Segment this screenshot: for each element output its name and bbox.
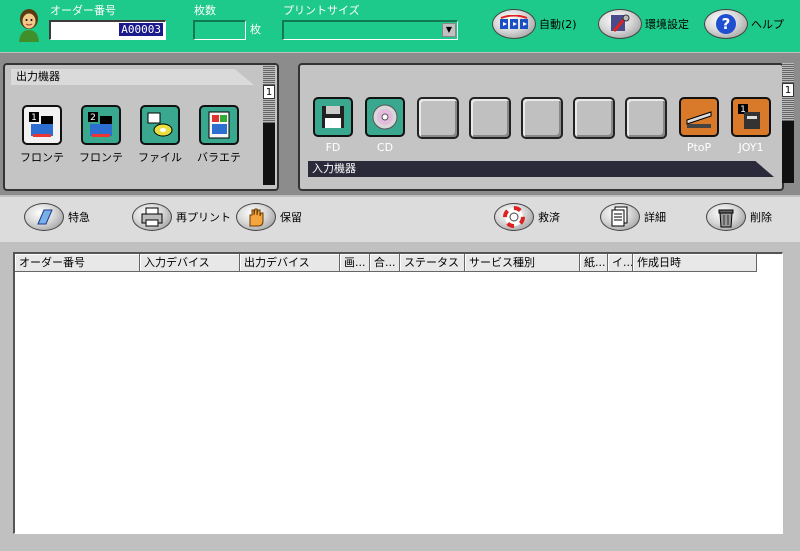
chevron-down-icon[interactable]: ▼ [442,23,456,37]
floppy-icon [313,97,353,137]
column-header-input-device[interactable]: 入力デバイス [140,254,240,272]
auto-icon [492,9,536,39]
lifebuoy-icon [494,203,534,231]
help-button[interactable]: ? ヘルプ [704,8,784,40]
column-header-total[interactable]: 合... [370,254,400,272]
hold-label: 保留 [280,211,302,224]
trash-can-icon [706,203,746,231]
settings-button[interactable]: 環境設定 [598,8,689,40]
order-list-table[interactable]: オーダー番号 入力デバイス 出力デバイス 画... 合... ステータス サービ… [13,252,783,534]
top-bar: オーダー番号 A00003 枚数 枚 プリントサイズ ▼ 自動(2) 環境設定 [0,0,800,52]
output-page-number: 1 [263,85,275,99]
auto-button[interactable]: 自動(2) [492,8,577,40]
cd-icon [365,97,405,137]
input-device-label: PtoP [686,141,712,154]
reprint-button[interactable]: 再プリント [132,203,231,231]
output-device-variety[interactable]: バラエテ [197,105,241,165]
order-number-value: A00003 [119,23,163,36]
document-detail-icon [600,203,640,231]
printer-icon [132,203,172,231]
printer-1-icon: 1 [22,105,62,145]
delete-button[interactable]: 削除 [706,203,772,231]
column-header-output-device[interactable]: 出力デバイス [240,254,340,272]
output-device-label: フロンテ [20,151,64,164]
scanner-icon [679,97,719,137]
print-size-select[interactable]: ▼ [282,20,458,40]
output-device-label: バラエテ [197,151,241,164]
output-pager[interactable]: 1 [263,65,275,185]
output-device-file[interactable]: ファイル [138,105,182,165]
special-label: 特急 [68,211,90,224]
input-panel-frame: FD CD PtoP 1 JOY1 入力機器 [298,63,784,191]
auto-label: 自動(2) [539,18,577,31]
joy-device-icon: 1 [731,97,771,137]
input-slot-empty [469,97,511,139]
settings-label: 環境設定 [645,18,689,31]
rescue-label: 救済 [538,211,560,224]
printer-2-icon: 2 [81,105,121,145]
output-pager-track [263,123,275,185]
input-pager-grip [782,63,794,83]
output-device-label: フロンテ [79,151,123,164]
input-pager-grip [782,97,794,121]
count-label: 枚数 [194,4,216,17]
reprint-label: 再プリント [176,211,231,224]
input-device-cd[interactable]: CD [363,97,407,154]
input-device-label: FD [325,141,341,154]
input-pager[interactable]: 1 [782,63,794,183]
output-devices-title: 出力機器 [11,69,254,85]
input-slot-empty [521,97,563,139]
variety-icon [199,105,239,145]
hold-button[interactable]: 保留 [236,203,302,231]
delete-label: 削除 [750,211,772,224]
input-panel: FD CD PtoP 1 JOY1 入力機器 1 [288,53,800,195]
svg-text:?: ? [722,15,731,33]
svg-text:2: 2 [90,113,96,123]
input-device-label: CD [376,141,394,154]
hand-stop-icon [236,203,276,231]
input-device-label: JOY1 [738,141,764,154]
table-header: オーダー番号 入力デバイス 出力デバイス 画... 合... ステータス サービ… [15,254,757,272]
input-slot-empty [417,97,459,139]
input-page-number: 1 [782,83,794,97]
output-pager-grip [263,65,275,85]
detail-label: 詳細 [644,211,666,224]
count-field[interactable] [193,20,246,40]
special-button[interactable]: 特急 [24,203,90,231]
column-header-status[interactable]: ステータス [400,254,465,272]
order-number-field[interactable]: A00003 [49,20,166,40]
output-device-frontier-2[interactable]: 2 フロンテ [79,105,123,165]
output-panel: 出力機器 1 フロンテ 2 フロンテ ファイル バラエテ 1 [0,53,288,195]
column-header-paper[interactable]: 紙... [580,254,608,272]
output-device-frontier-1[interactable]: 1 フロンテ [20,105,64,165]
print-size-label: プリントサイズ [283,4,360,17]
svg-text:1: 1 [31,113,37,123]
special-eraser-icon [24,203,64,231]
action-toolbar: 特急 再プリント 保留 救済 詳細 削除 [0,197,800,242]
rescue-button[interactable]: 救済 [494,203,560,231]
output-panel-frame: 出力機器 1 フロンテ 2 フロンテ ファイル バラエテ 1 [3,63,279,191]
column-header-image[interactable]: 画... [340,254,370,272]
column-header-i[interactable]: イ... [608,254,633,272]
count-unit-label: 枚 [250,23,261,36]
input-device-fd[interactable]: FD [311,97,355,154]
output-pager-grip [263,99,275,123]
detail-button[interactable]: 詳細 [600,203,666,231]
input-slot-empty [625,97,667,139]
file-disk-icon [140,105,180,145]
column-header-service-type[interactable]: サービス種別 [465,254,580,272]
input-device-ptop[interactable]: PtoP [677,97,721,154]
help-label: ヘルプ [751,18,784,31]
help-question-icon: ? [704,9,748,39]
input-slot-empty [573,97,615,139]
order-number-label: オーダー番号 [50,4,116,17]
output-device-label: ファイル [138,151,182,164]
column-header-created-at[interactable]: 作成日時 [633,254,757,272]
settings-tools-icon [598,9,642,39]
input-pager-track [782,121,794,183]
column-header-order-number[interactable]: オーダー番号 [15,254,140,272]
input-device-joy1[interactable]: 1 JOY1 [729,97,773,154]
input-devices-title: 入力機器 [308,161,774,177]
operator-avatar-icon [16,8,42,42]
